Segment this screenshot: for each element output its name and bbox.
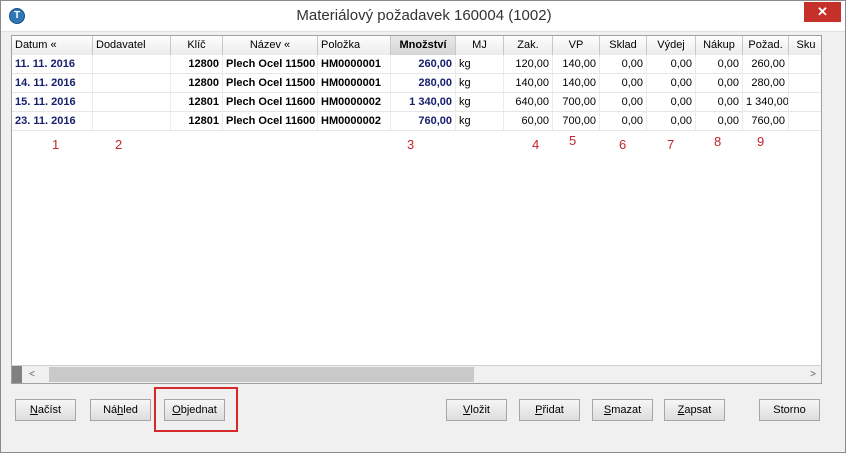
cell-klic: 12801 — [171, 112, 223, 130]
cell-dodavatel — [93, 74, 171, 92]
col-header-dodavatel[interactable]: Dodavatel — [93, 36, 171, 55]
cell-datum: 11. 11. 2016 — [12, 55, 93, 73]
annotation-number: 8 — [714, 134, 722, 149]
title-bar: T Materiálový požadavek 160004 (1002) ✕ — [1, 1, 845, 32]
cell-mnozstvi: 1 340,00 — [391, 93, 456, 111]
cell-dodavatel — [93, 112, 171, 130]
table-row[interactable]: 14. 11. 2016 12800 Plech Ocel 11500 HM00… — [12, 74, 821, 93]
cell-mj: kg — [456, 112, 504, 130]
col-header-vydej[interactable]: Výdej — [647, 36, 696, 55]
cell-zak: 640,00 — [504, 93, 553, 111]
cell-nakup: 0,00 — [696, 93, 743, 111]
cell-pozad: 280,00 — [743, 74, 789, 92]
cell-klic: 12801 — [171, 93, 223, 111]
cell-pozad: 260,00 — [743, 55, 789, 73]
cell-mnozstvi: 280,00 — [391, 74, 456, 92]
nahled-button[interactable]: Náhled — [90, 399, 151, 421]
cell-nakup: 0,00 — [696, 112, 743, 130]
grid-header: Datum « Dodavatel Klíč Název « Položka M… — [12, 36, 821, 55]
annotation-number: 5 — [569, 133, 577, 148]
annotation-number: 4 — [532, 137, 540, 152]
cell-vydej: 0,00 — [647, 93, 696, 111]
cell-vp: 140,00 — [553, 74, 600, 92]
cell-polozka: HM0000002 — [318, 112, 391, 130]
cell-zak: 60,00 — [504, 112, 553, 130]
storno-button[interactable]: Storno — [759, 399, 820, 421]
cell-nakup: 0,00 — [696, 55, 743, 73]
scroll-right-icon[interactable]: > — [805, 366, 821, 383]
scrollbar-thumb[interactable] — [49, 367, 474, 382]
cell-sklad: 0,00 — [600, 55, 647, 73]
col-header-nakup[interactable]: Nákup — [696, 36, 743, 55]
vlozit-button[interactable]: Vložit — [446, 399, 507, 421]
table-row[interactable]: 23. 11. 2016 12801 Plech Ocel 11600 HM00… — [12, 112, 821, 131]
cell-vp: 700,00 — [553, 93, 600, 111]
cell-vydej: 0,00 — [647, 55, 696, 73]
table-row[interactable]: 11. 11. 2016 12800 Plech Ocel 11500 HM00… — [12, 55, 821, 74]
annotation-number: 2 — [115, 137, 123, 152]
col-header-mj[interactable]: MJ — [456, 36, 504, 55]
col-header-klic[interactable]: Klíč — [171, 36, 223, 55]
annotation-number: 3 — [407, 137, 415, 152]
smazat-button[interactable]: Smazat — [592, 399, 653, 421]
cell-zak: 140,00 — [504, 74, 553, 92]
cell-vp: 140,00 — [553, 55, 600, 73]
cell-polozka: HM0000002 — [318, 93, 391, 111]
window-title: Materiálový požadavek 160004 (1002) — [296, 7, 552, 24]
cell-datum: 15. 11. 2016 — [12, 93, 93, 111]
col-header-nazev[interactable]: Název « — [223, 36, 318, 55]
scrollbar-corner — [12, 366, 22, 383]
cell-dodavatel — [93, 55, 171, 73]
cell-vp: 700,00 — [553, 112, 600, 130]
cell-nakup: 0,00 — [696, 74, 743, 92]
col-header-vp[interactable]: VP — [553, 36, 600, 55]
cell-mj: kg — [456, 74, 504, 92]
cell-nazev: Plech Ocel 11500 — [223, 55, 318, 73]
cell-klic: 12800 — [171, 55, 223, 73]
cell-datum: 23. 11. 2016 — [12, 112, 93, 130]
cell-polozka: HM0000001 — [318, 74, 391, 92]
close-button[interactable]: ✕ — [804, 2, 841, 22]
col-header-mnozstvi[interactable]: Množství — [391, 36, 456, 55]
cell-mnozstvi: 760,00 — [391, 112, 456, 130]
nacist-button[interactable]: Načíst — [15, 399, 76, 421]
annotation-number: 9 — [757, 134, 765, 149]
col-header-datum[interactable]: Datum « — [12, 36, 93, 55]
col-header-zak[interactable]: Zak. — [504, 36, 553, 55]
cell-vydej: 0,00 — [647, 112, 696, 130]
col-header-sku[interactable]: Sku — [789, 36, 821, 55]
cell-mnozstvi: 260,00 — [391, 55, 456, 73]
col-header-polozka[interactable]: Položka — [318, 36, 391, 55]
cell-nazev: Plech Ocel 11600 — [223, 93, 318, 111]
scroll-left-icon[interactable]: < — [24, 366, 40, 383]
cell-zak: 120,00 — [504, 55, 553, 73]
zapsat-button[interactable]: Zapsat — [664, 399, 725, 421]
cell-nazev: Plech Ocel 11600 — [223, 112, 318, 130]
cell-pozad: 1 340,00 — [743, 93, 789, 111]
cell-nazev: Plech Ocel 11500 — [223, 74, 318, 92]
annotation-number: 7 — [667, 137, 675, 152]
cell-dodavatel — [93, 93, 171, 111]
cell-vydej: 0,00 — [647, 74, 696, 92]
cell-sklad: 0,00 — [600, 112, 647, 130]
cell-sklad: 0,00 — [600, 74, 647, 92]
pridat-button[interactable]: Přidat — [519, 399, 580, 421]
requirements-grid[interactable]: Datum « Dodavatel Klíč Název « Položka M… — [11, 35, 822, 384]
cell-pozad: 760,00 — [743, 112, 789, 130]
objednat-button[interactable]: Objednat — [164, 399, 225, 421]
table-row[interactable]: 15. 11. 2016 12801 Plech Ocel 11600 HM00… — [12, 93, 821, 112]
cell-klic: 12800 — [171, 74, 223, 92]
cell-mj: kg — [456, 93, 504, 111]
annotation-number: 1 — [52, 137, 60, 152]
col-header-pozad[interactable]: Požad. — [743, 36, 789, 55]
col-header-sklad[interactable]: Sklad — [600, 36, 647, 55]
annotation-number: 6 — [619, 137, 627, 152]
cell-mj: kg — [456, 55, 504, 73]
horizontal-scrollbar[interactable]: < > — [11, 365, 822, 384]
dialog-window: T Materiálový požadavek 160004 (1002) ✕ … — [0, 0, 846, 453]
cell-datum: 14. 11. 2016 — [12, 74, 93, 92]
cell-sklad: 0,00 — [600, 93, 647, 111]
cell-polozka: HM0000001 — [318, 55, 391, 73]
